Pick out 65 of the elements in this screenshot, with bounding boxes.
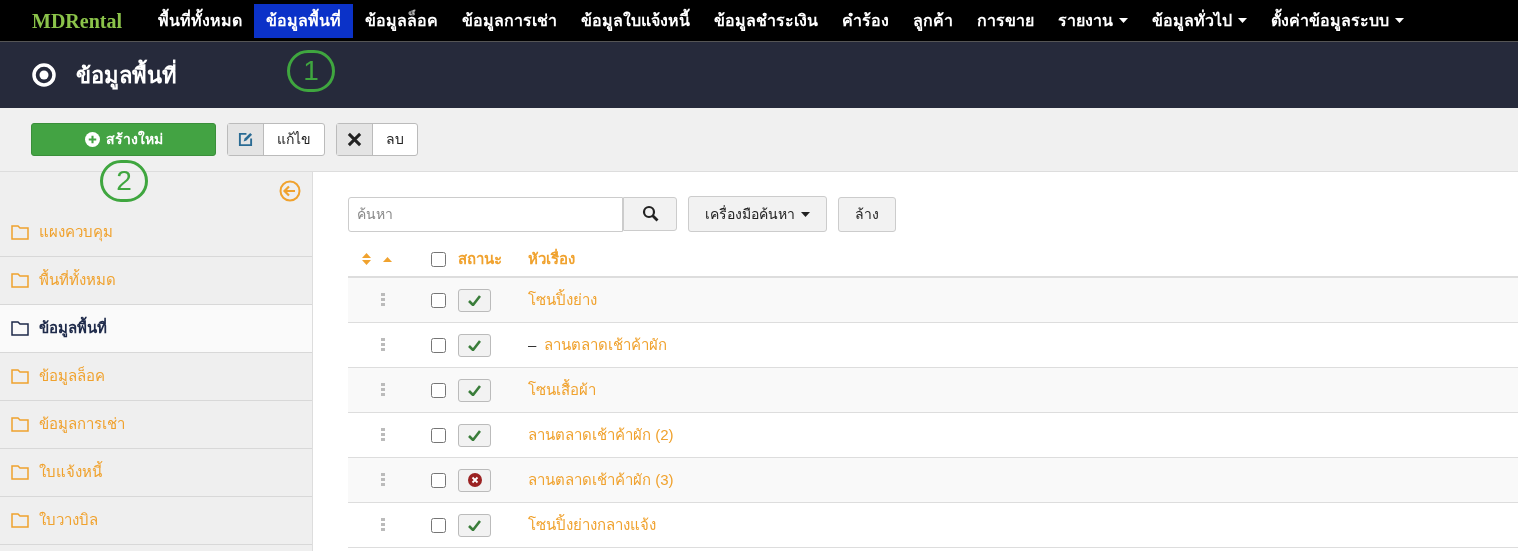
caret-icon (801, 211, 810, 217)
check-icon (468, 339, 481, 351)
status-button[interactable] (458, 513, 491, 537)
search-icon (641, 205, 659, 222)
folder-icon (11, 513, 29, 528)
nav-item[interactable]: ข้อมูลล็อค (353, 3, 450, 38)
cross-circle-icon (467, 473, 482, 487)
search-tools-button[interactable]: เครื่องมือค้นหา (688, 196, 827, 232)
folder-icon (11, 273, 29, 288)
row-checkbox[interactable] (430, 382, 446, 398)
nav-item[interactable]: การขาย (965, 3, 1046, 38)
search-field[interactable]: ค้นหา (348, 196, 623, 232)
drag-handle-icon[interactable] (381, 428, 385, 442)
folder-icon (11, 369, 29, 384)
drag-handle-icon[interactable] (381, 518, 385, 532)
nav-item[interactable]: คำร้อง (830, 3, 901, 38)
drag-handle-icon[interactable] (381, 473, 385, 487)
edit-icon (238, 132, 253, 147)
nav-item[interactable]: ตั้งค่าข้อมูลระบบ (1259, 3, 1416, 38)
nav-item[interactable]: ข้อมูลชำระเงิน (702, 3, 830, 38)
row-checkbox[interactable] (430, 292, 446, 308)
nav-item[interactable]: พื้นที่ทั้งหมด (146, 3, 254, 38)
drag-handle-icon[interactable] (381, 383, 385, 397)
nav-item[interactable]: ข้อมูลใบแจ้งหนี้ (569, 3, 702, 38)
status-button[interactable] (458, 378, 491, 402)
callout-number: 2 (100, 160, 148, 202)
nav-item[interactable]: ลูกค้า (901, 3, 965, 38)
folder-icon (11, 321, 29, 336)
nav-item[interactable]: ข้อมูลทั่วไป (1140, 3, 1259, 38)
clear-button[interactable]: ล้าง (838, 196, 896, 232)
caret-icon (1238, 18, 1247, 23)
caret-icon (1395, 18, 1404, 23)
target-icon (32, 63, 56, 87)
row-checkbox[interactable] (430, 337, 446, 353)
status-button[interactable] (458, 423, 491, 447)
nav-item[interactable]: รายงาน (1046, 3, 1140, 38)
select-all-checkbox[interactable] (430, 251, 446, 267)
status-button[interactable] (458, 288, 491, 312)
status-button[interactable] (458, 468, 491, 492)
callout-number: 1 (287, 50, 335, 92)
close-icon (347, 132, 362, 147)
plus-circle-icon (84, 132, 100, 147)
delete-button[interactable]: ลบ (336, 123, 418, 156)
check-icon (468, 294, 481, 306)
drag-handle-icon[interactable] (381, 293, 385, 307)
check-icon (468, 429, 481, 441)
edit-button[interactable]: แก้ไข (227, 123, 325, 156)
page-title: ข้อมูลพื้นที่ (76, 58, 177, 92)
check-icon (468, 519, 481, 531)
search-button[interactable] (623, 196, 677, 231)
sidebar-item[interactable]: ข้อมูลพื้นที่ (0, 305, 312, 353)
nav-item[interactable]: ข้อมูลพื้นที่ (254, 3, 353, 38)
row-checkbox[interactable] (430, 517, 446, 533)
status-button[interactable] (458, 333, 491, 357)
caret-icon (1119, 18, 1128, 23)
nav-item[interactable]: ข้อมูลการเช่า (450, 3, 569, 38)
indent-marker: – (528, 334, 537, 355)
row-checkbox[interactable] (430, 427, 446, 443)
check-icon (468, 384, 481, 396)
folder-icon (11, 225, 29, 240)
brand-logo[interactable]: MDRental (32, 5, 122, 36)
folder-icon (11, 465, 29, 480)
drag-handle-icon[interactable] (381, 338, 385, 352)
row-checkbox[interactable] (430, 472, 446, 488)
folder-icon (11, 417, 29, 432)
